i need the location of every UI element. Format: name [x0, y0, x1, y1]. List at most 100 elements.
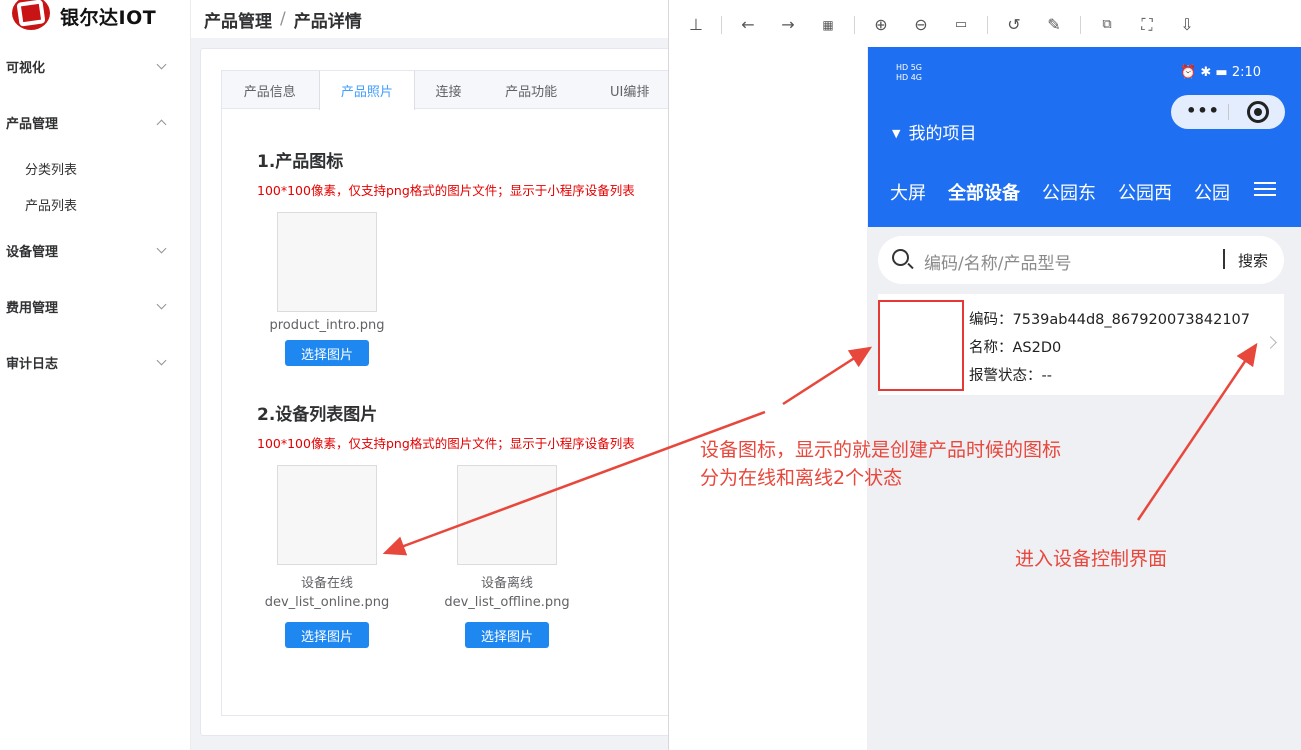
phone-screenshot: HD 5G HD 4G ⏰ ✱ ▬ 2:10 ••• ▼ 我的项目 大屏 全部设备	[868, 47, 1301, 750]
actual-size-icon[interactable]: ▭	[952, 16, 970, 34]
offline-image-preview[interactable]	[457, 465, 557, 565]
translate-icon[interactable]: ⧉	[1098, 16, 1116, 34]
project-selector[interactable]: ▼ 我的项目	[892, 119, 976, 144]
tab-connection[interactable]: 连接	[415, 71, 483, 109]
sidebar: 银尔达IOT 可视化 产品管理 分类列表 产品列表 设备管理 费用管理 审计日志	[0, 0, 191, 750]
device-name-label: 名称：	[969, 340, 1013, 356]
sidebar-item-label: 设备管理	[6, 244, 59, 260]
chevron-down-icon	[156, 299, 167, 310]
section-title: 2.设备列表图片	[257, 405, 378, 425]
grid-icon[interactable]: ▦	[819, 16, 837, 34]
status-bar-right: ⏰ ✱ ▬ 2:10	[1180, 65, 1261, 80]
battery-icon: ▬	[1215, 65, 1228, 80]
choose-image-button[interactable]: 选择图片	[285, 340, 369, 366]
search-icon	[892, 249, 909, 266]
bluetooth-icon: ✱	[1200, 65, 1212, 80]
image-label: 设备在线	[300, 576, 353, 591]
tab-product-info[interactable]: 产品信息	[222, 71, 319, 109]
more-icon[interactable]: •••	[1185, 101, 1221, 120]
close-target-icon[interactable]	[1247, 101, 1269, 123]
choose-image-button[interactable]: 选择图片	[285, 622, 369, 648]
annotation-icon-note-line1: 设备图标，显示的就是创建产品时候的图标	[700, 439, 1062, 461]
alarm-icon: ⏰	[1180, 65, 1197, 80]
annotation-icon-note-line2: 分为在线和离线2个状态	[700, 467, 903, 489]
zoom-out-icon[interactable]: ⊖	[912, 16, 930, 34]
phone-tab[interactable]: 大屏	[890, 179, 926, 209]
signal-line-1: HD 5G	[896, 63, 923, 72]
chevron-down-icon	[156, 59, 167, 70]
section-title: 1.产品图标	[257, 152, 344, 172]
search-button[interactable]: 搜索	[1238, 250, 1268, 271]
sidebar-subitem-category-list[interactable]: 分类列表	[0, 152, 191, 184]
sidebar-item-label: 审计日志	[6, 356, 59, 372]
toolbar-divider	[987, 16, 988, 34]
toolbar-divider	[1080, 16, 1081, 34]
project-title: 我的项目	[908, 124, 977, 144]
pin-icon[interactable]: ⊥	[687, 16, 705, 34]
phone-header: HD 5G HD 4G ⏰ ✱ ▬ 2:10 ••• ▼ 我的项目 大屏 全部设备	[868, 47, 1301, 227]
sidebar-item-fee-management[interactable]: 费用管理	[0, 286, 191, 326]
sidebar-item-visualization[interactable]: 可视化	[0, 46, 191, 86]
miniprogram-capsule: •••	[1171, 95, 1285, 129]
rotate-icon[interactable]: ↺	[1005, 16, 1023, 34]
device-card[interactable]: 编码：7539ab44d8_867920073842107 名称：AS2D0 报…	[878, 294, 1284, 395]
choose-image-button[interactable]: 选择图片	[465, 622, 549, 648]
sidebar-item-audit-log[interactable]: 审计日志	[0, 342, 191, 382]
annotation-control-note: 进入设备控制界面	[1015, 548, 1168, 570]
sidebar-item-device-management[interactable]: 设备管理	[0, 230, 191, 270]
device-icon-highlight	[878, 300, 964, 391]
logo[interactable]: 银尔达IOT	[0, 0, 191, 38]
status-time: 2:10	[1231, 65, 1262, 80]
zoom-in-icon[interactable]: ⊕	[872, 16, 890, 34]
phone-tab[interactable]: 公园	[1194, 179, 1230, 209]
phone-tab[interactable]: 公园西	[1118, 179, 1172, 209]
sidebar-subitem-product-list[interactable]: 产品列表	[0, 188, 191, 220]
device-info: 编码：7539ab44d8_867920073842107 名称：AS2D0 报…	[969, 306, 1250, 390]
triangle-down-icon: ▼	[892, 127, 901, 140]
image-filename: dev_list_offline.png	[444, 595, 570, 610]
download-icon[interactable]: ⇩	[1178, 16, 1196, 34]
image-label: 设备离线	[480, 576, 533, 591]
capsule-divider	[1228, 104, 1229, 120]
signal-line-2: HD 4G	[896, 73, 923, 82]
image-viewer: ⊥ ← → ▦ ⊕ ⊖ ▭ ↺ ✎ ⧉ ⛶ ⇩ HD 5G HD 4G ⏰ ✱ …	[668, 0, 1301, 750]
section-note: 100*100像素，仅支持png格式的图片文件；显示于小程序设备列表	[257, 183, 635, 198]
logo-icon	[12, 0, 50, 30]
breadcrumb: 产品管理 / 产品详情	[191, 0, 671, 38]
device-alarm-label: 报警状态：	[969, 368, 1042, 384]
tab-product-functions[interactable]: 产品功能	[483, 71, 581, 109]
image-filename: product_intro.png	[269, 318, 385, 333]
search-divider	[1223, 249, 1225, 269]
chevron-down-icon	[156, 243, 167, 254]
device-alarm-row: 报警状态：--	[969, 362, 1250, 390]
phone-tab[interactable]: 公园东	[1042, 179, 1096, 209]
forward-arrow-icon[interactable]: →	[779, 16, 797, 34]
crop-icon[interactable]: ⛶	[1138, 16, 1156, 34]
tab-ui-layout[interactable]: UI编排	[580, 71, 680, 109]
online-image-preview[interactable]	[277, 465, 377, 565]
hamburger-menu-icon[interactable]	[1254, 182, 1276, 196]
logo-text: 银尔达IOT	[60, 7, 157, 29]
phone-search-bar[interactable]: 编码/名称/产品型号 搜索	[878, 236, 1284, 284]
sidebar-item-label: 产品管理	[6, 116, 59, 132]
chevron-right-icon[interactable]	[1264, 336, 1277, 349]
sidebar-subitem-label: 分类列表	[25, 162, 78, 178]
phone-tab-active[interactable]: 全部设备	[948, 179, 1020, 209]
edit-icon[interactable]: ✎	[1045, 16, 1063, 34]
chevron-down-icon	[156, 355, 167, 366]
device-alarm: --	[1041, 368, 1052, 384]
search-placeholder: 编码/名称/产品型号	[924, 254, 1072, 274]
breadcrumb-current: 产品详情	[293, 11, 362, 32]
phone-tab-bar: 大屏 全部设备 公园东 公园西 公园	[890, 175, 1260, 209]
tab-product-photos[interactable]: 产品照片	[318, 71, 416, 110]
product-icon-preview[interactable]	[277, 212, 377, 312]
viewer-toolbar: ⊥ ← → ▦ ⊕ ⊖ ▭ ↺ ✎ ⧉ ⛶ ⇩	[669, 0, 1301, 48]
sidebar-item-label: 可视化	[6, 60, 46, 76]
status-bar-signal: HD 5G HD 4G	[896, 63, 922, 83]
device-code-label: 编码：	[969, 312, 1013, 328]
breadcrumb-parent[interactable]: 产品管理	[204, 7, 272, 32]
device-name: AS2D0	[1012, 340, 1062, 356]
device-code: 7539ab44d8_867920073842107	[1012, 312, 1251, 328]
sidebar-item-product-management[interactable]: 产品管理	[0, 102, 191, 142]
back-arrow-icon[interactable]: ←	[739, 16, 757, 34]
